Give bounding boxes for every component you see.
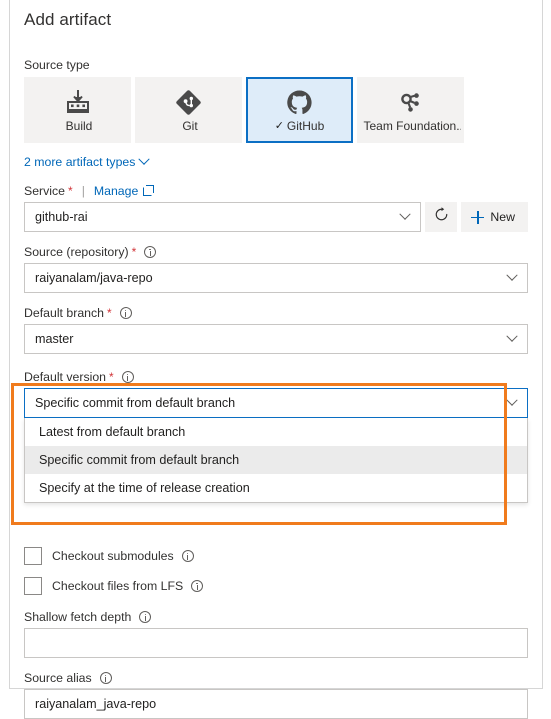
chevron-down-icon <box>506 394 518 406</box>
source-type-tile-build[interactable]: Build <box>24 77 131 143</box>
checkout-lfs-label: Checkout files from LFS <box>52 579 184 593</box>
chevron-down-icon <box>506 269 518 281</box>
checkout-submodules-row: Checkout submodules <box>24 544 528 568</box>
service-dropdown-value: github-rai <box>35 210 88 224</box>
source-type-tile-git-label: Git <box>179 119 197 133</box>
default-branch-field: Default branch * master <box>24 306 528 354</box>
checkout-lfs-checkbox[interactable] <box>24 577 42 595</box>
source-alias-label: Source alias <box>24 671 92 685</box>
service-required-marker: * <box>68 184 73 198</box>
checkbox-group: Checkout submodules Checkout files from … <box>24 544 528 598</box>
source-repository-dropdown[interactable]: raiyanalam/java-repo <box>24 263 528 293</box>
option-label: Specific commit from default branch <box>39 453 240 467</box>
build-icon <box>65 87 91 117</box>
source-type-tile-group: Build Git ✓ GitHub Team Foundation... <box>24 77 528 143</box>
add-artifact-panel: Add artifact Source type Build Git ✓ Git… <box>9 0 543 719</box>
info-icon[interactable] <box>119 307 132 319</box>
more-artifact-types-label: 2 more artifact types <box>24 155 136 169</box>
default-branch-label: Default branch <box>24 306 104 320</box>
tile-text: Team Foundation... <box>363 119 461 133</box>
default-version-value: Specific commit from default branch <box>35 396 236 410</box>
git-icon <box>175 87 202 117</box>
page-title: Add artifact <box>24 10 112 29</box>
source-repository-label: Source (repository) <box>24 245 129 259</box>
tile-text: Git <box>182 119 198 133</box>
service-dropdown[interactable]: github-rai <box>24 202 422 232</box>
checkout-lfs-label-row: Checkout files from LFS <box>52 579 204 593</box>
default-branch-required-marker: * <box>106 306 112 320</box>
refresh-icon <box>434 207 449 227</box>
source-repository-field: Source (repository) * raiyanalam/java-re… <box>24 245 528 293</box>
info-icon[interactable] <box>139 611 152 623</box>
tile-text: Build <box>65 119 93 133</box>
source-type-tile-github-label: ✓ GitHub <box>275 119 325 133</box>
source-type-label: Source type <box>24 58 90 72</box>
source-repository-required-marker: * <box>131 245 137 259</box>
source-type-tile-team-foundation[interactable]: Team Foundation... <box>357 77 464 143</box>
source-repository-value: raiyanalam/java-repo <box>35 271 153 285</box>
source-alias-value: raiyanalam_java-repo <box>35 697 157 711</box>
chevron-down-icon <box>138 153 151 165</box>
default-version-field: Default version * Specific commit from d… <box>24 370 528 503</box>
info-icon[interactable] <box>99 672 112 684</box>
info-icon[interactable] <box>181 550 194 562</box>
team-foundation-icon <box>397 87 424 117</box>
source-type-tile-build-label: Build <box>63 119 93 133</box>
tile-check-icon: ✓ <box>274 119 284 132</box>
source-type-tile-git[interactable]: Git <box>135 77 242 143</box>
default-version-label-row: Default version * <box>24 370 528 384</box>
option-label: Specify at the time of release creation <box>39 481 250 495</box>
more-artifact-types-link[interactable]: 2 more artifact types <box>24 153 151 169</box>
tile-text: GitHub <box>286 119 325 133</box>
manage-services-link[interactable]: Manage <box>93 184 155 198</box>
checkout-submodules-label: Checkout submodules <box>52 549 174 563</box>
checkout-submodules-label-row: Checkout submodules <box>52 549 194 563</box>
default-branch-label-row: Default branch * <box>24 306 528 320</box>
new-service-button[interactable]: New <box>461 202 528 232</box>
source-type-tile-team-foundation-label: Team Foundation... <box>361 119 461 133</box>
default-version-required-marker: * <box>109 370 114 384</box>
info-icon[interactable] <box>144 246 157 258</box>
service-label-row: Service * | Manage <box>24 184 528 198</box>
default-version-options-list: Latest from default branch Specific comm… <box>24 418 528 503</box>
shallow-fetch-depth-label-row: Shallow fetch depth <box>24 610 528 624</box>
service-label: Service <box>24 184 66 198</box>
external-link-icon <box>143 184 155 196</box>
manage-link-label: Manage <box>93 184 139 198</box>
option-label: Latest from default branch <box>39 425 186 439</box>
source-alias-field: Source alias raiyanalam_java-repo <box>24 671 528 719</box>
shallow-fetch-depth-label: Shallow fetch depth <box>24 610 132 624</box>
shallow-fetch-depth-field: Shallow fetch depth <box>24 610 528 658</box>
refresh-services-button[interactable] <box>425 202 458 232</box>
service-row: github-rai New <box>24 202 528 232</box>
default-branch-dropdown[interactable]: master <box>24 324 528 354</box>
default-version-option-latest[interactable]: Latest from default branch <box>25 418 527 446</box>
chevron-down-icon <box>506 330 518 342</box>
info-icon[interactable] <box>121 371 134 383</box>
default-version-option-specify-at-release[interactable]: Specify at the time of release creation <box>25 474 527 502</box>
default-version-dropdown[interactable]: Specific commit from default branch <box>24 388 528 418</box>
chevron-down-icon <box>399 208 412 220</box>
source-alias-label-row: Source alias <box>24 671 528 685</box>
source-type-tile-github[interactable]: ✓ GitHub <box>246 77 353 143</box>
label-separator: | <box>81 184 85 198</box>
checkout-submodules-checkbox[interactable] <box>24 547 42 565</box>
source-alias-input[interactable]: raiyanalam_java-repo <box>24 689 528 719</box>
default-version-option-specific-commit[interactable]: Specific commit from default branch <box>25 446 527 474</box>
default-branch-value: master <box>35 332 74 346</box>
github-icon <box>286 87 313 117</box>
source-repository-label-row: Source (repository) * <box>24 245 528 259</box>
info-icon[interactable] <box>191 580 204 592</box>
shallow-fetch-depth-input[interactable] <box>24 628 528 658</box>
new-service-button-label: New <box>490 210 515 224</box>
plus-icon <box>471 210 485 224</box>
checkout-lfs-row: Checkout files from LFS <box>24 574 528 598</box>
default-version-label: Default version <box>24 370 107 384</box>
